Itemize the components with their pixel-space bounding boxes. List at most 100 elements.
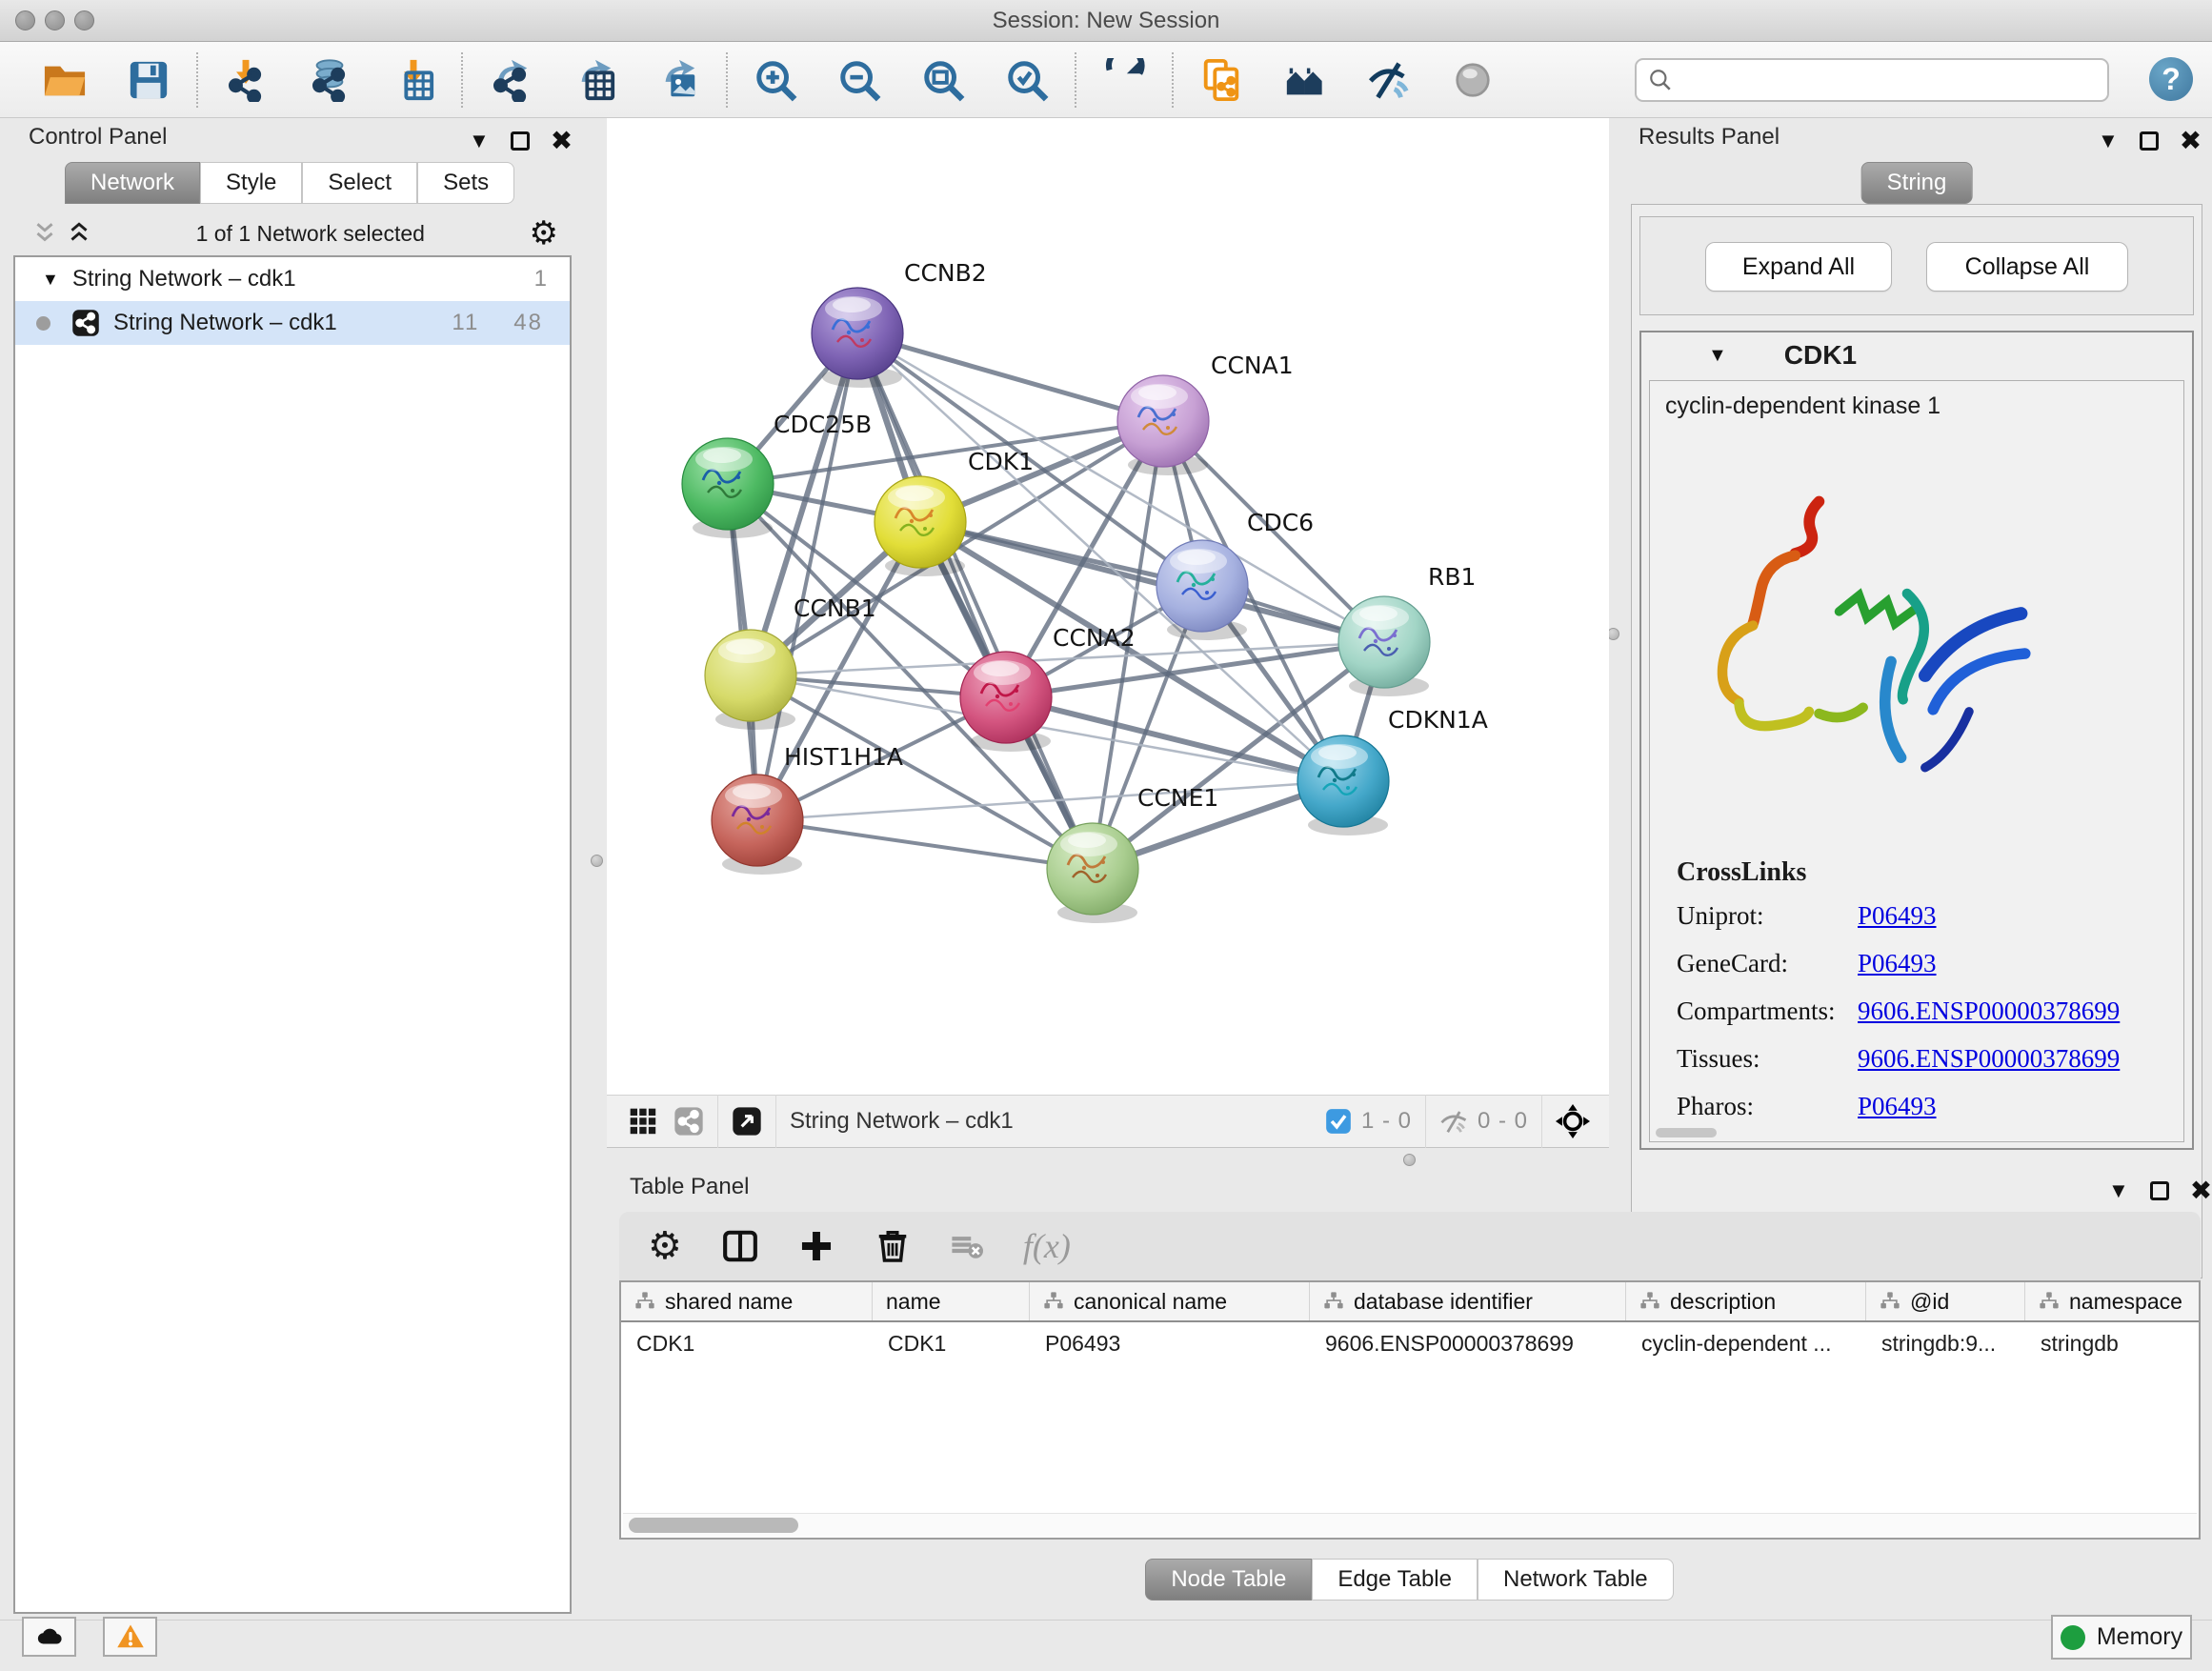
crosslink-link[interactable]: P06493 <box>1858 949 1937 978</box>
bottom-splitter-handle[interactable] <box>1403 1154 1416 1166</box>
node-cdc25b[interactable]: CDC25B <box>682 411 872 538</box>
search-field[interactable] <box>1673 62 2107 98</box>
string-view-icon[interactable] <box>674 1106 704 1137</box>
inactive-eye-button[interactable] <box>1431 50 1515 111</box>
table-hscrollbar[interactable] <box>623 1513 2197 1536</box>
column-header-namespace[interactable]: namespace <box>2025 1282 2201 1320</box>
node-ccnb1[interactable]: CCNB1 <box>705 594 876 730</box>
column-header-database-identifier[interactable]: database identifier <box>1310 1282 1626 1320</box>
column-header-name[interactable]: name <box>873 1282 1030 1320</box>
table-cell[interactable]: stringdb <box>2025 1331 2201 1357</box>
warnings-button[interactable] <box>103 1617 157 1657</box>
tab-node-table[interactable]: Node Table <box>1145 1559 1312 1601</box>
left-splitter-handle[interactable] <box>591 855 603 867</box>
tab-style[interactable]: Style <box>200 162 302 204</box>
tab-string[interactable]: String <box>1861 162 1973 204</box>
zoom-in-button[interactable] <box>734 50 817 111</box>
zoom-out-button[interactable] <box>817 50 901 111</box>
import-table-file-button[interactable] <box>372 50 455 111</box>
tab-edge-table[interactable]: Edge Table <box>1312 1559 1478 1601</box>
network-options-gear-icon[interactable]: ⚙ <box>530 217 558 250</box>
cloud-status-button[interactable] <box>22 1617 76 1657</box>
node-ccne1[interactable]: CCNE1 <box>1047 784 1218 923</box>
hierarchy-icon <box>1323 1291 1344 1312</box>
network-row-selected[interactable]: String Network – cdk1 11 48 <box>15 301 570 345</box>
memory-button[interactable]: Memory <box>2051 1615 2192 1660</box>
tab-select[interactable]: Select <box>302 162 417 204</box>
node-rb1[interactable]: RB1 <box>1338 563 1476 696</box>
table-cell[interactable]: stringdb:9... <box>1866 1331 2025 1357</box>
open-file-button[interactable] <box>23 50 107 111</box>
close-panel-icon[interactable]: ✖ <box>2190 1178 2212 1204</box>
float-panel-icon[interactable] <box>511 131 530 151</box>
edge-hist1h1a-ccne1[interactable] <box>757 820 1093 869</box>
network-canvas[interactable]: CCNB2CCNA1CDC25BCDK1CDC6RB1CCNB1CCNA2CDK… <box>607 118 1609 1095</box>
export-image-button[interactable] <box>636 50 720 111</box>
selected-checkbox-icon[interactable] <box>1325 1108 1352 1135</box>
grid-view-icon[interactable] <box>628 1106 658 1137</box>
tab-network[interactable]: Network <box>65 162 200 204</box>
search-input[interactable] <box>1635 58 2109 102</box>
zoom-selected-button[interactable] <box>985 50 1069 111</box>
delete-column-icon[interactable] <box>875 1228 911 1264</box>
results-hscroll-thumb[interactable] <box>1656 1128 1717 1137</box>
gene-header[interactable]: ▼ CDK1 <box>1641 332 2192 378</box>
export-network-button[interactable] <box>469 50 553 111</box>
expand-all-icon[interactable] <box>67 221 91 246</box>
export-table-button[interactable] <box>553 50 636 111</box>
string-network-graph[interactable]: CCNB2CCNA1CDC25BCDK1CDC6RB1CCNB1CCNA2CDK… <box>607 118 1609 1095</box>
column-header-description[interactable]: description <box>1626 1282 1866 1320</box>
table-cell[interactable]: 9606.ENSP00000378699 <box>1310 1331 1626 1357</box>
close-panel-icon[interactable]: ✖ <box>551 128 573 154</box>
close-panel-icon[interactable]: ✖ <box>2180 128 2202 154</box>
table-cell[interactable]: CDK1 <box>873 1331 1030 1357</box>
node-ccna1[interactable]: CCNA1 <box>1117 352 1294 475</box>
node-ccna2[interactable]: CCNA2 <box>960 624 1136 752</box>
panel-menu-icon[interactable]: ▼ <box>2098 131 2119 151</box>
table-cell[interactable]: P06493 <box>1030 1331 1310 1357</box>
import-network-file-button[interactable] <box>204 50 288 111</box>
edge-ccnb2-ccne1[interactable] <box>857 333 1093 869</box>
collapse-all-icon[interactable] <box>32 221 57 246</box>
fit-selected-target-icon[interactable] <box>1556 1104 1590 1138</box>
collection-expander-icon[interactable]: ▼ <box>42 270 59 290</box>
zoom-fit-button[interactable] <box>901 50 985 111</box>
panel-menu-icon[interactable]: ▼ <box>2108 1180 2129 1201</box>
node-hist1h1a[interactable]: HIST1H1A <box>712 743 903 875</box>
table-row[interactable]: CDK1CDK1P064939606.ENSP00000378699cyclin… <box>621 1322 2199 1364</box>
network-collection-row[interactable]: ▼ String Network – cdk1 1 <box>15 257 570 301</box>
table-options-gear-icon[interactable]: ⚙ <box>648 1227 682 1265</box>
panel-menu-icon[interactable]: ▼ <box>469 131 490 151</box>
tab-network-table[interactable]: Network Table <box>1478 1559 1674 1601</box>
table-hscroll-thumb[interactable] <box>629 1518 798 1533</box>
refresh-button[interactable] <box>1082 50 1166 111</box>
float-panel-icon[interactable] <box>2140 131 2159 151</box>
node-cdkn1a[interactable]: CDKN1A <box>1297 706 1488 836</box>
table-cell[interactable]: cyclin-dependent ... <box>1626 1331 1866 1357</box>
import-network-database-button[interactable] <box>288 50 372 111</box>
collapse-all-button[interactable]: Collapse All <box>1926 242 2128 292</box>
home-button[interactable] <box>1263 50 1347 111</box>
tab-sets[interactable]: Sets <box>417 162 514 204</box>
table-cell[interactable]: CDK1 <box>621 1331 873 1357</box>
column-header--id[interactable]: @id <box>1866 1282 2025 1320</box>
show-columns-icon[interactable] <box>722 1228 758 1264</box>
save-session-button[interactable] <box>107 50 191 111</box>
table-panel-title: Table Panel <box>630 1174 749 1200</box>
float-panel-icon[interactable] <box>2150 1181 2169 1200</box>
gene-expander-icon[interactable]: ▼ <box>1708 345 1727 367</box>
crosslink-link[interactable]: 9606.ENSP00000378699 <box>1858 997 2120 1026</box>
column-header-shared-name[interactable]: shared name <box>621 1282 873 1320</box>
clone-network-button[interactable] <box>1179 50 1263 111</box>
crosslink-link[interactable]: P06493 <box>1858 901 1937 931</box>
expand-all-button[interactable]: Expand All <box>1705 242 1892 292</box>
column-header-canonical-name[interactable]: canonical name <box>1030 1282 1310 1320</box>
node-ccnb2[interactable]: CCNB2 <box>812 259 987 388</box>
crosslink-link[interactable]: P06493 <box>1858 1092 1937 1121</box>
birdseye-view-icon[interactable] <box>732 1106 762 1137</box>
help-button[interactable]: ? <box>2149 57 2193 101</box>
add-column-icon[interactable] <box>798 1228 835 1264</box>
hide-panels-button[interactable] <box>1347 50 1431 111</box>
crosslink-link[interactable]: 9606.ENSP00000378699 <box>1858 1044 2120 1074</box>
toolbar-separator <box>1075 52 1076 108</box>
